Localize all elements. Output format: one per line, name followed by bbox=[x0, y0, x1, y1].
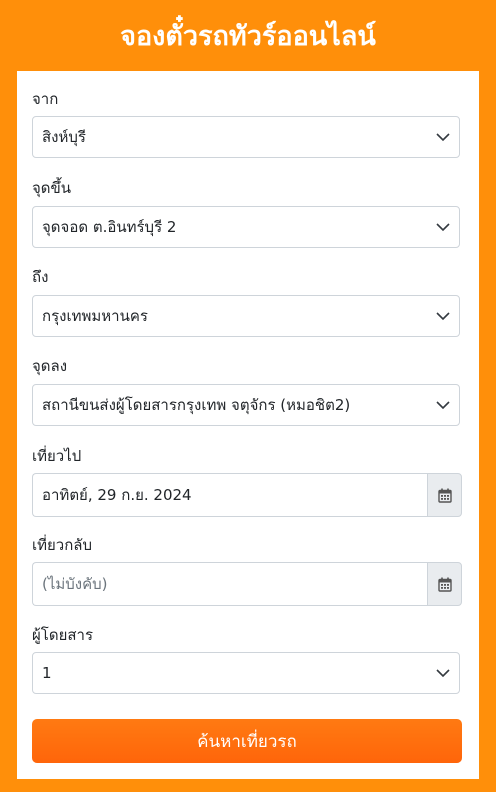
booking-form: จาก สิงห์บุรี จุดขึ้น จุดจอด ต.อินทร์บุร… bbox=[17, 71, 479, 779]
depart-calendar-button[interactable] bbox=[427, 473, 462, 517]
pickup-select-value: จุดจอด ต.อินทร์บุรี 2 bbox=[42, 218, 177, 236]
from-select[interactable]: สิงห์บุรี bbox=[32, 116, 460, 158]
calendar-icon bbox=[437, 577, 452, 592]
dropoff-label: จุดลง bbox=[32, 357, 68, 375]
to-select[interactable]: กรุงเทพมหานคร bbox=[32, 295, 460, 337]
search-trips-button[interactable]: ค้นหาเที่ยวรถ bbox=[32, 719, 462, 763]
return-date-placeholder: (ไม่บังคับ) bbox=[42, 575, 108, 593]
return-calendar-button[interactable] bbox=[427, 562, 462, 606]
passengers-select-value: 1 bbox=[42, 664, 52, 682]
chevron-down-icon bbox=[436, 312, 450, 321]
chevron-down-icon bbox=[436, 401, 450, 410]
dropoff-select[interactable]: สถานีขนส่งผู้โดยสารกรุงเทพ จตุจักร (หมอช… bbox=[32, 384, 460, 426]
to-label: ถึง bbox=[32, 268, 49, 286]
depart-date-value: อาทิตย์, 29 ก.ย. 2024 bbox=[42, 486, 192, 504]
page-title: จองตั๋วรถทัวร์ออนไลน์ bbox=[120, 20, 376, 52]
return-date-input[interactable]: (ไม่บังคับ) bbox=[32, 562, 427, 606]
chevron-down-icon bbox=[436, 669, 450, 678]
passengers-select[interactable]: 1 bbox=[32, 652, 460, 694]
pickup-select[interactable]: จุดจอด ต.อินทร์บุรี 2 bbox=[32, 206, 460, 248]
chevron-down-icon bbox=[436, 133, 450, 142]
depart-date-group: อาทิตย์, 29 ก.ย. 2024 bbox=[32, 473, 462, 517]
depart-label: เที่ยวไป bbox=[32, 447, 82, 465]
passengers-label: ผู้โดยสาร bbox=[32, 626, 94, 644]
return-date-group: (ไม่บังคับ) bbox=[32, 562, 462, 606]
from-select-value: สิงห์บุรี bbox=[42, 128, 86, 146]
from-label: จาก bbox=[32, 90, 59, 108]
dropoff-select-value: สถานีขนส่งผู้โดยสารกรุงเทพ จตุจักร (หมอช… bbox=[42, 396, 351, 414]
calendar-icon bbox=[437, 488, 452, 503]
chevron-down-icon bbox=[436, 223, 450, 232]
to-select-value: กรุงเทพมหานคร bbox=[42, 307, 148, 325]
return-label: เที่ยวกลับ bbox=[32, 536, 93, 554]
depart-date-input[interactable]: อาทิตย์, 29 ก.ย. 2024 bbox=[32, 473, 427, 517]
pickup-label: จุดขึ้น bbox=[32, 179, 72, 197]
